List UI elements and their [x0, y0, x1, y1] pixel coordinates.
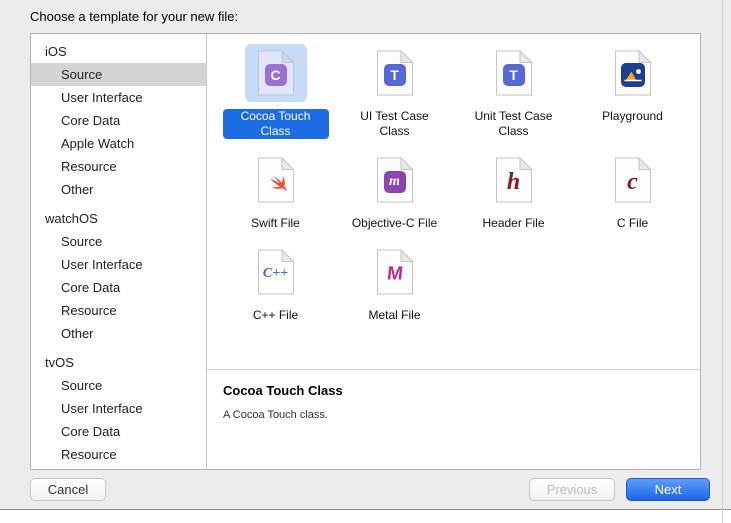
template-card-c-file[interactable]: c C File — [573, 151, 692, 231]
sidebar-item-ios-resource[interactable]: Resource — [31, 155, 206, 178]
sidebar-item-ios-other[interactable]: Other — [31, 178, 206, 201]
template-label: Swift File — [251, 216, 300, 231]
template-label: Playground — [602, 109, 663, 124]
sidebar-group-ios: iOS — [31, 40, 206, 63]
template-label: Unit Test Case Class — [467, 109, 561, 139]
template-main-area: C Cocoa Touch Class T UI Test Case — [207, 34, 700, 469]
template-label: Cocoa Touch Class — [223, 109, 329, 139]
sidebar-item-ios-apple-watch[interactable]: Apple Watch — [31, 132, 206, 155]
template-grid: C Cocoa Touch Class T UI Test Case — [207, 34, 700, 369]
previous-button[interactable]: Previous — [529, 478, 615, 501]
template-description-panel: Cocoa Touch Class A Cocoa Touch class. — [207, 369, 700, 469]
template-chooser-panel: iOS Source User Interface Core Data Appl… — [30, 33, 701, 470]
cpp-file-icon: C++ — [245, 243, 307, 301]
playground-badge-icon — [621, 63, 645, 87]
sidebar-item-tvos-source[interactable]: Source — [31, 374, 206, 397]
sidebar-item-watchos-resource[interactable]: Resource — [31, 299, 206, 322]
header-h-glyph-icon: h — [507, 170, 520, 194]
test-badge-icon: T — [503, 64, 525, 86]
description-title: Cocoa Touch Class — [223, 383, 684, 398]
metal-file-icon: M — [364, 243, 426, 301]
template-label: Objective-C File — [352, 216, 437, 231]
sidebar-item-tvos-core-data[interactable]: Core Data — [31, 420, 206, 443]
objc-m-badge-icon: m — [384, 171, 406, 193]
cocoa-touch-class-file-icon: C — [245, 44, 307, 102]
sidebar-item-ios-user-interface[interactable]: User Interface — [31, 86, 206, 109]
sidebar-item-watchos-user-interface[interactable]: User Interface — [31, 253, 206, 276]
unit-test-case-file-icon: T — [483, 44, 545, 102]
background-window-scrollbar-line — [722, 0, 723, 523]
template-label: Header File — [482, 216, 544, 231]
ui-test-case-file-icon: T — [364, 44, 426, 102]
sidebar-item-ios-source[interactable]: Source — [31, 63, 206, 86]
sidebar-group-watchos: watchOS — [31, 207, 206, 230]
swift-file-icon — [245, 151, 307, 209]
sidebar-item-watchos-source[interactable]: Source — [31, 230, 206, 253]
sidebar-group-tvos: tvOS — [31, 351, 206, 374]
template-card-unit-test-case-class[interactable]: T Unit Test Case Class — [454, 44, 573, 139]
background-window-edge — [0, 509, 731, 523]
template-card-playground[interactable]: Playground — [573, 44, 692, 139]
header-file-icon: h — [483, 151, 545, 209]
template-card-metal-file[interactable]: M Metal File — [335, 243, 454, 323]
template-card-cocoa-touch-class[interactable]: C Cocoa Touch Class — [216, 44, 335, 139]
swift-bird-icon — [263, 169, 289, 195]
c-glyph-icon: c — [627, 170, 638, 194]
sidebar-item-tvos-user-interface[interactable]: User Interface — [31, 397, 206, 420]
sidebar-item-tvos-resource[interactable]: Resource — [31, 443, 206, 466]
sidebar-item-watchos-other[interactable]: Other — [31, 322, 206, 345]
next-button[interactable]: Next — [626, 478, 710, 501]
template-label: Metal File — [368, 308, 420, 323]
template-card-header-file[interactable]: h Header File — [454, 151, 573, 231]
objective-c-file-icon: m — [364, 151, 426, 209]
template-label: UI Test Case Class — [348, 109, 442, 139]
class-badge-icon: C — [265, 64, 287, 86]
metal-m-glyph-icon: M — [386, 265, 404, 284]
template-card-cpp-file[interactable]: C++ C++ File — [216, 243, 335, 323]
sidebar-item-ios-core-data[interactable]: Core Data — [31, 109, 206, 132]
cpp-glyph-icon: C++ — [263, 267, 288, 281]
template-category-sidebar: iOS Source User Interface Core Data Appl… — [31, 34, 207, 469]
c-file-icon: c — [602, 151, 664, 209]
dialog-title: Choose a template for your new file: — [30, 9, 238, 24]
template-card-swift-file[interactable]: Swift File — [216, 151, 335, 231]
description-text: A Cocoa Touch class. — [223, 409, 684, 421]
cancel-button[interactable]: Cancel — [30, 478, 106, 501]
sidebar-item-watchos-core-data[interactable]: Core Data — [31, 276, 206, 299]
playground-file-icon — [602, 44, 664, 102]
template-label: C++ File — [253, 308, 298, 323]
template-card-ui-test-case-class[interactable]: T UI Test Case Class — [335, 44, 454, 139]
test-badge-icon: T — [384, 64, 406, 86]
template-card-objective-c-file[interactable]: m Objective-C File — [335, 151, 454, 231]
template-label: C File — [617, 216, 648, 231]
